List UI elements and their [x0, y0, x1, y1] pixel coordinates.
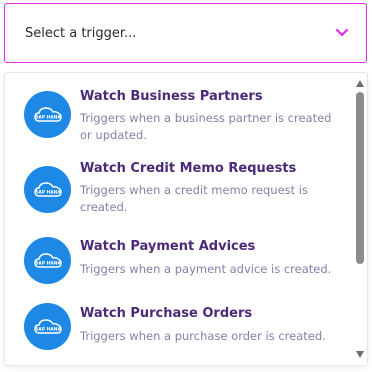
list-item-watch-business-partners[interactable]: SAP HANA Watch Business Partners Trigger… — [5, 81, 355, 153]
sap-hana-cloud-icon: SAP HANA — [24, 166, 71, 213]
trigger-dropdown-list: SAP HANA Watch Business Partners Trigger… — [4, 72, 368, 366]
item-description: Triggers when a purchase order is create… — [80, 329, 326, 343]
chevron-down-icon[interactable] — [335, 28, 349, 37]
svg-text:SAP HANA: SAP HANA — [35, 260, 61, 266]
list-item-watch-purchase-orders[interactable]: SAP HANA Watch Purchase Orders Triggers … — [5, 293, 355, 365]
select-placeholder: Select a trigger... — [25, 25, 137, 41]
scrollbar-thumb[interactable] — [356, 92, 364, 264]
list-item-watch-credit-memo-requests[interactable]: SAP HANA Watch Credit Memo Requests Trig… — [5, 155, 355, 227]
item-description: Triggers when a payment advice is create… — [80, 262, 332, 276]
sap-hana-cloud-icon: SAP HANA — [24, 303, 71, 350]
item-title: Watch Business Partners — [80, 89, 263, 104]
trigger-select[interactable]: Select a trigger... — [4, 3, 367, 63]
trigger-selector: Select a trigger... SAP HANA Watch Busin… — [0, 0, 372, 372]
svg-text:SAP HANA: SAP HANA — [35, 326, 61, 332]
svg-text:SAP HANA: SAP HANA — [35, 114, 61, 120]
list-item-watch-payment-advices[interactable]: SAP HANA Watch Payment Advices Triggers … — [5, 227, 355, 299]
item-title: Watch Payment Advices — [80, 239, 256, 254]
svg-text:SAP HANA: SAP HANA — [35, 189, 61, 195]
scroll-up-arrow-icon[interactable] — [356, 80, 364, 87]
sap-hana-cloud-icon: SAP HANA — [24, 237, 71, 284]
sap-hana-cloud-icon: SAP HANA — [24, 91, 71, 138]
item-title: Watch Purchase Orders — [80, 306, 253, 321]
scroll-down-arrow-icon[interactable] — [356, 351, 364, 358]
item-title: Watch Credit Memo Requests — [80, 161, 297, 176]
item-description: Triggers when a business partner is crea… — [80, 111, 332, 142]
item-description: Triggers when a credit memo request is c… — [80, 183, 308, 214]
vertical-scrollbar[interactable] — [355, 73, 365, 365]
